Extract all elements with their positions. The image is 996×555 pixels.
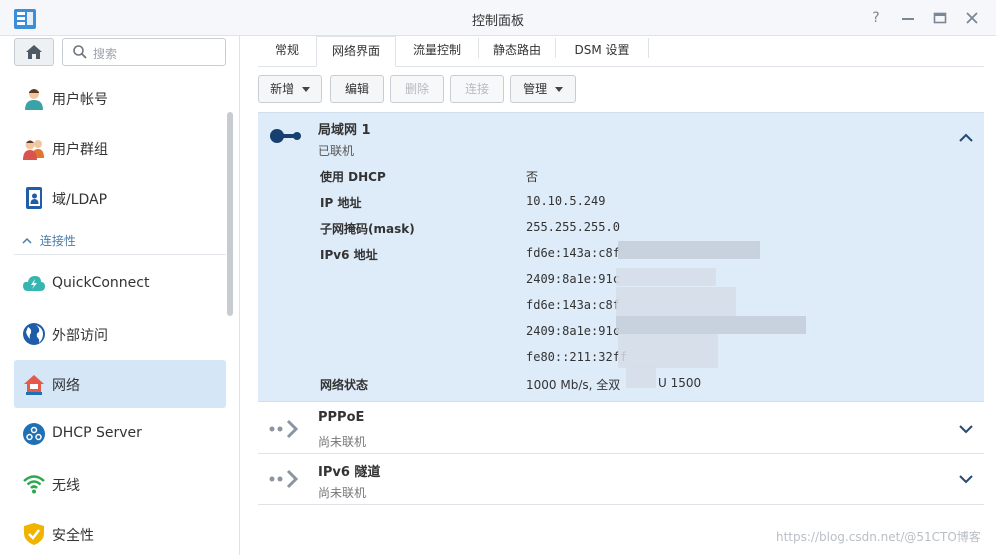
sidebar-item-domain-ldap[interactable]: 域/LDAP	[14, 174, 226, 222]
ip-value: 10.10.5.249	[526, 194, 606, 208]
tab-network-interface[interactable]: 网络界面	[316, 36, 396, 67]
minimize-icon[interactable]	[898, 8, 918, 28]
mask-label: 子网掩码(mask)	[320, 222, 415, 236]
watermark: https://blog.csdn.net/@51CTO博客	[776, 530, 981, 544]
question-icon[interactable]: ?	[866, 8, 886, 28]
sidebar-item-dhcp-server[interactable]: DHCP Server	[14, 410, 226, 458]
network-status-value: 1000 Mb/s, 全双	[526, 378, 621, 392]
ethernet-connected-icon	[270, 129, 301, 143]
sidebar-item-label: 用户帐号	[52, 92, 108, 108]
sidebar-item-network[interactable]: 网络	[14, 360, 226, 408]
caret-down-icon	[301, 86, 310, 92]
cloud-icon	[23, 276, 45, 291]
ipv6-label: IPv6 地址	[320, 248, 378, 262]
search-icon	[73, 45, 87, 59]
mask-value: 255.255.255.0	[526, 220, 620, 234]
interface-name: 局域网 1	[318, 123, 371, 138]
network-status-value-tail: U 1500	[658, 376, 702, 390]
home-button[interactable]	[14, 38, 54, 66]
ip-label: IP 地址	[320, 196, 362, 210]
user-icon	[25, 89, 43, 110]
sidebar-item-wireless[interactable]: 无线	[14, 460, 226, 508]
sidebar-item-label: DHCP Server	[52, 425, 142, 441]
dhcp-icon	[23, 423, 45, 445]
redaction-blur	[626, 366, 656, 388]
tab-general[interactable]: 常规	[258, 36, 316, 67]
redaction-blur	[616, 287, 736, 317]
tab-dsm-settings[interactable]: DSM 设置	[556, 36, 648, 67]
interface-status: 已联机	[318, 144, 355, 158]
chevron-up-icon[interactable]	[958, 130, 974, 146]
manage-button-label: 管理	[523, 82, 548, 96]
close-icon[interactable]	[962, 8, 982, 28]
ipv6-value: fe80::211:32ff	[526, 350, 628, 364]
dhcp-value: 否	[526, 170, 539, 184]
shield-icon	[24, 523, 44, 545]
chevron-down-icon[interactable]	[958, 471, 974, 487]
tab-static-route[interactable]: 静态路由	[479, 36, 555, 67]
wifi-icon	[23, 475, 45, 494]
ipv6-value: fd6e:143a:c8f	[526, 246, 620, 260]
tab-bar: 常规 网络界面 流量控制 静态路由 DSM 设置	[258, 36, 984, 67]
interface-name: PPPoE	[318, 410, 365, 425]
user-group-icon	[23, 140, 44, 160]
caret-down-icon	[554, 86, 563, 92]
sidebar-item-security[interactable]: 安全性	[14, 510, 226, 555]
divider	[14, 254, 226, 255]
sidebar-item-user-account[interactable]: 用户帐号	[14, 74, 226, 122]
sidebar-item-label: 域/LDAP	[52, 192, 108, 208]
redaction-blur	[616, 268, 716, 286]
redaction-blur	[618, 241, 760, 259]
home-icon	[26, 45, 42, 59]
directory-icon	[26, 187, 42, 209]
ethernet-disconnected-icon	[269, 419, 299, 439]
search-input[interactable]: 搜索	[62, 38, 226, 66]
sidebar-item-label: 网络	[52, 378, 80, 394]
chevron-down-icon[interactable]	[958, 421, 974, 437]
window-title: 控制面板	[471, 14, 524, 29]
edit-button[interactable]: 编辑	[330, 75, 384, 103]
sidebar-item-label: 用户群组	[52, 142, 108, 158]
section-header-connectivity[interactable]: 连接性	[22, 232, 76, 249]
manage-button[interactable]: 管理	[510, 75, 576, 103]
tab-separator	[648, 38, 649, 58]
sidebar-scrollbar[interactable]	[227, 112, 233, 316]
new-button-label: 新增	[270, 82, 295, 96]
sidebar-item-label: QuickConnect	[52, 275, 150, 291]
dhcp-label: 使用 DHCP	[320, 170, 386, 184]
interface-status: 尚未联机	[318, 486, 367, 500]
ethernet-disconnected-icon	[269, 469, 299, 489]
ipv6-value: fd6e:143a:c8f	[526, 298, 620, 312]
tab-traffic-control[interactable]: 流量控制	[396, 36, 478, 67]
section-header-label: 连接性	[39, 234, 76, 248]
network-status-label: 网络状态	[320, 378, 369, 392]
sidebar-item-external-access[interactable]: 外部访问	[14, 310, 226, 358]
sidebar-item-label: 无线	[52, 478, 80, 494]
redaction-blur	[616, 316, 806, 334]
globe-icon	[23, 323, 45, 345]
redaction-blur	[618, 334, 718, 368]
sidebar-item-label: 安全性	[52, 528, 94, 544]
ipv6-value: 2409:8a1e:91c	[526, 324, 620, 338]
chevron-up-icon	[22, 234, 36, 248]
delete-button[interactable]: 删除	[390, 75, 444, 103]
maximize-icon[interactable]	[930, 8, 950, 28]
divider	[258, 453, 984, 454]
network-house-icon	[24, 375, 44, 395]
new-button[interactable]: 新增	[258, 75, 322, 103]
title-bar: 控制面板 ?	[0, 0, 996, 36]
interface-name: IPv6 隧道	[318, 465, 381, 480]
search-placeholder: 搜索	[93, 47, 118, 61]
sidebar: 搜索 用户帐号 用户群组 域/LDAP 连接性 QuickConnect 外部访…	[0, 36, 240, 555]
sidebar-item-user-group[interactable]: 用户群组	[14, 124, 226, 172]
ipv6-value: 2409:8a1e:91c	[526, 272, 620, 286]
sidebar-item-quickconnect[interactable]: QuickConnect	[14, 260, 226, 308]
interface-status: 尚未联机	[318, 435, 367, 449]
connect-button[interactable]: 连接	[450, 75, 504, 103]
divider	[258, 504, 984, 505]
sidebar-item-label: 外部访问	[52, 328, 108, 344]
